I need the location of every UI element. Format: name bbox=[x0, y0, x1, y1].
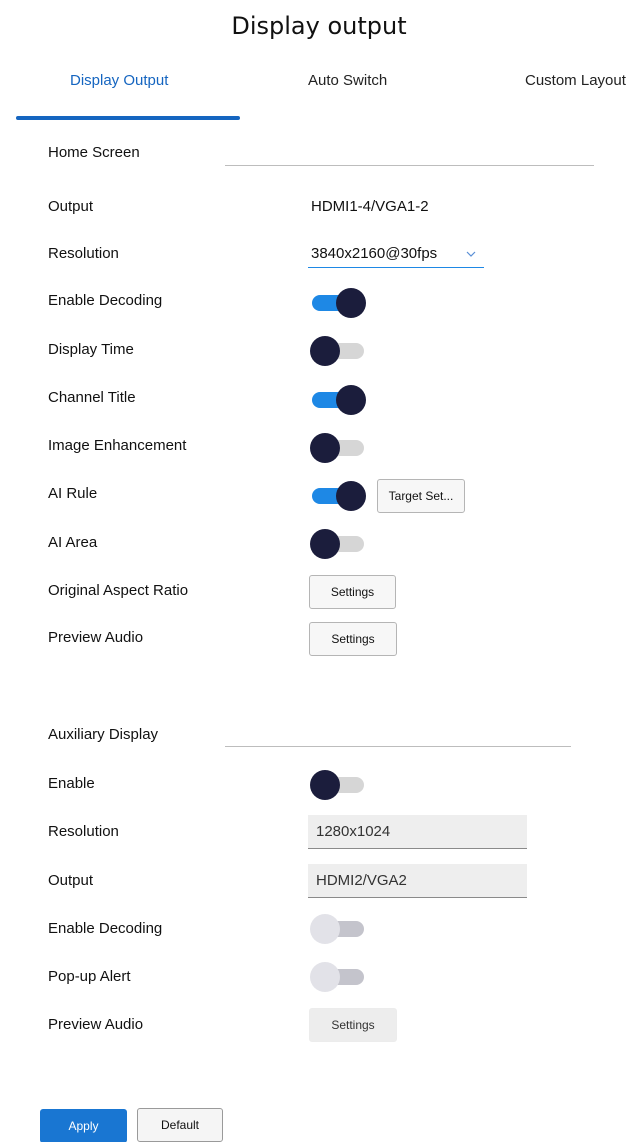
aux-preview-audio-settings-button: Settings bbox=[309, 1008, 397, 1042]
channel-title-toggle[interactable] bbox=[310, 383, 368, 417]
home-screen-section-title: Home Screen bbox=[48, 144, 140, 161]
preview-audio-label: Preview Audio bbox=[48, 629, 144, 646]
target-set-button[interactable]: Target Set... bbox=[377, 479, 465, 513]
aspect-ratio-settings-button[interactable]: Settings bbox=[309, 575, 396, 609]
ai-rule-label: AI Rule bbox=[48, 485, 98, 502]
ai-area-label: AI Area bbox=[48, 534, 98, 551]
aux-resolution-label: Resolution bbox=[48, 823, 119, 840]
apply-button[interactable]: Apply bbox=[40, 1109, 127, 1142]
resolution-selected-value: 3840x2160@30fps bbox=[311, 245, 438, 262]
section-divider bbox=[225, 165, 594, 166]
preview-audio-settings-button[interactable]: Settings bbox=[309, 622, 397, 656]
aux-preview-audio-label: Preview Audio bbox=[48, 1016, 144, 1033]
aux-output-label: Output bbox=[48, 872, 94, 889]
ai-rule-toggle[interactable] bbox=[310, 479, 368, 513]
aux-enable-decoding-toggle bbox=[310, 912, 368, 946]
tab-bar: Display Output Auto Switch Custom Layout bbox=[0, 72, 638, 122]
tab-auto-switch[interactable]: Auto Switch bbox=[308, 72, 387, 89]
section-divider bbox=[225, 746, 571, 747]
aux-resolution-field: 1280x1024 bbox=[308, 815, 527, 849]
output-label: Output bbox=[48, 198, 94, 215]
enable-decoding-toggle[interactable] bbox=[310, 286, 368, 320]
display-time-label: Display Time bbox=[48, 341, 134, 358]
resolution-label: Resolution bbox=[48, 245, 119, 262]
aux-output-field: HDMI2/VGA2 bbox=[308, 864, 527, 898]
default-button[interactable]: Default bbox=[137, 1108, 223, 1142]
image-enhancement-toggle[interactable] bbox=[310, 431, 368, 465]
tab-custom-layout[interactable]: Custom Layout bbox=[525, 72, 626, 89]
active-tab-indicator bbox=[16, 116, 240, 120]
auxiliary-display-section-title: Auxiliary Display bbox=[48, 726, 159, 743]
enable-decoding-label: Enable Decoding bbox=[48, 292, 163, 309]
popup-alert-label: Pop-up Alert bbox=[48, 968, 131, 985]
chevron-down-icon bbox=[466, 246, 476, 261]
popup-alert-toggle bbox=[310, 960, 368, 994]
aux-enable-toggle[interactable] bbox=[310, 768, 368, 802]
channel-title-label: Channel Title bbox=[48, 389, 136, 406]
page-title: Display output bbox=[231, 12, 407, 40]
ai-area-toggle[interactable] bbox=[310, 527, 368, 561]
aux-enable-decoding-label: Enable Decoding bbox=[48, 920, 163, 937]
image-enhancement-label: Image Enhancement bbox=[48, 437, 187, 454]
display-time-toggle[interactable] bbox=[310, 334, 368, 368]
resolution-select[interactable]: 3840x2160@30fps bbox=[308, 240, 484, 268]
output-value: HDMI1-4/VGA1-2 bbox=[311, 198, 429, 215]
aux-enable-label: Enable bbox=[48, 775, 95, 792]
original-aspect-ratio-label: Original Aspect Ratio bbox=[48, 582, 189, 599]
tab-display-output[interactable]: Display Output bbox=[70, 72, 168, 89]
